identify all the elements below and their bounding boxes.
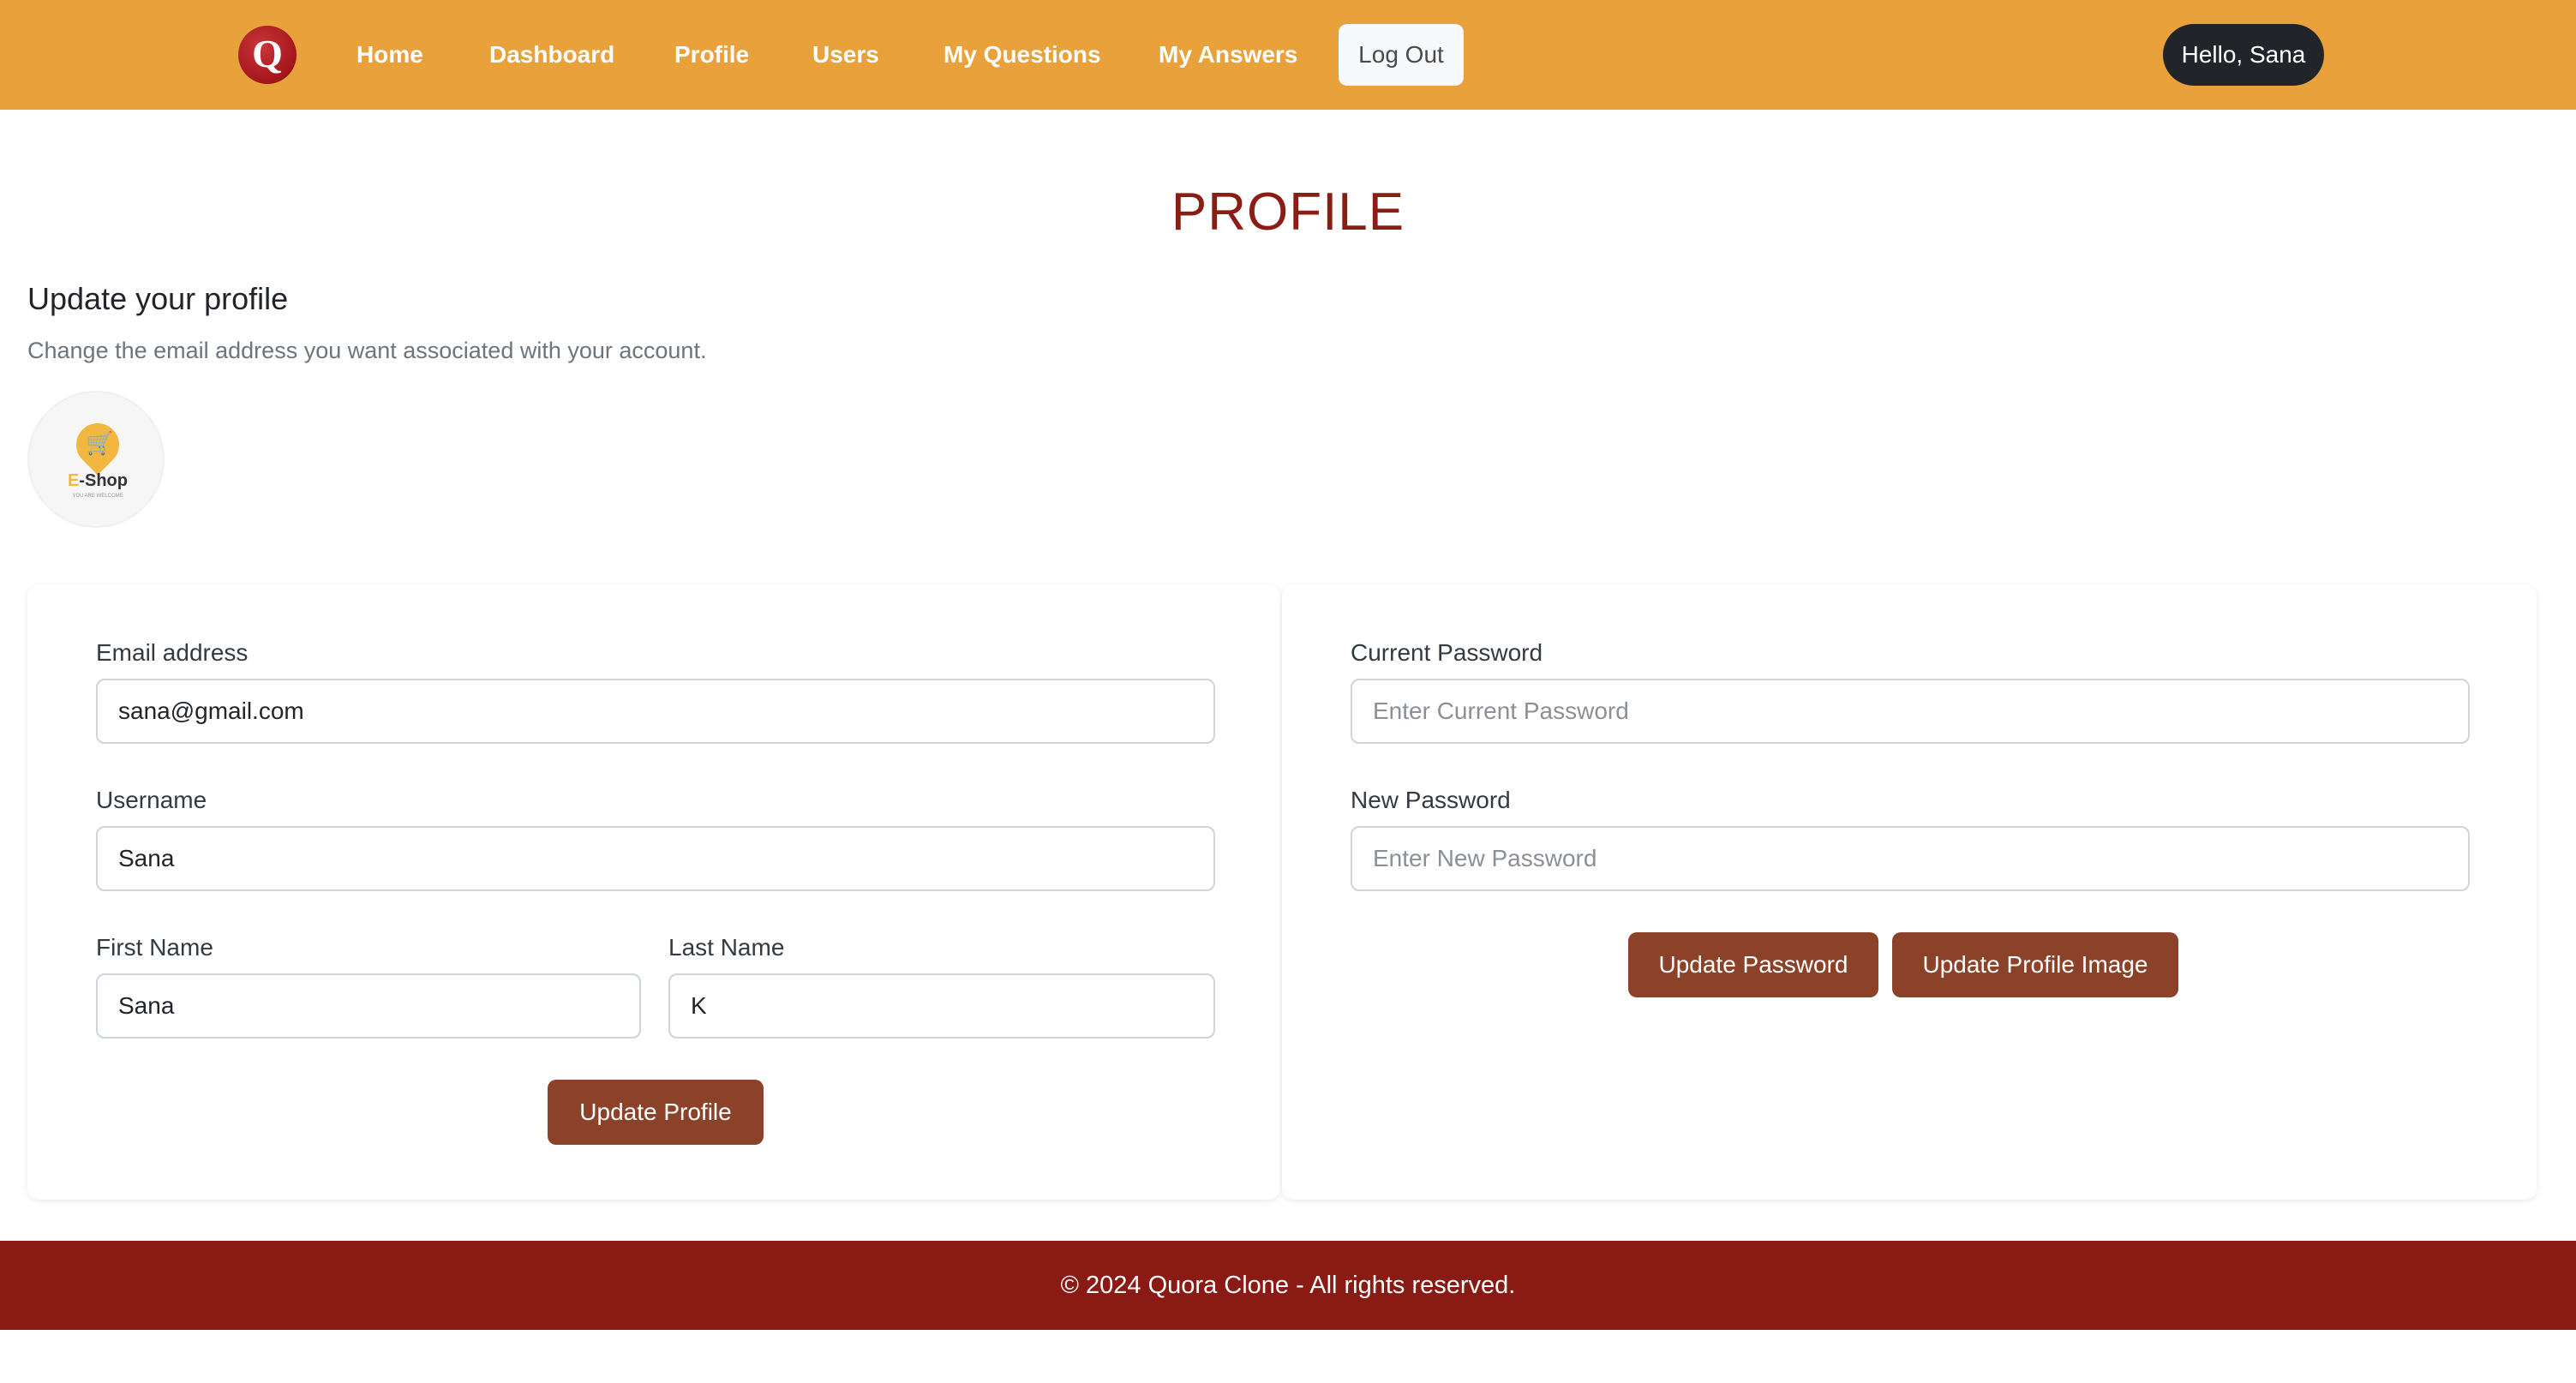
footer: © 2024 Quora Clone - All rights reserved… [0, 1241, 2576, 1330]
last-name-field[interactable] [668, 973, 1215, 1039]
nav-link-dashboard[interactable]: Dashboard [489, 0, 614, 110]
update-profile-image-button[interactable]: Update Profile Image [1892, 932, 2178, 997]
shopping-cart-icon: 🛒 [86, 430, 114, 456]
username-label: Username [96, 787, 207, 813]
last-name-label: Last Name [668, 934, 785, 961]
first-name-label: First Name [96, 934, 213, 961]
nav-link-users[interactable]: Users [812, 0, 879, 110]
update-profile-button[interactable]: Update Profile [548, 1080, 764, 1145]
nav-link-my-answers[interactable]: My Answers [1159, 0, 1297, 110]
user-greeting[interactable]: Hello, Sana [2163, 24, 2324, 86]
logo-letter: Q [252, 32, 283, 75]
first-name-field[interactable] [96, 973, 641, 1039]
new-password-field[interactable] [1351, 826, 2470, 891]
footer-copyright: © 2024 Quora Clone - All rights reserved… [1060, 1271, 1516, 1299]
nav-link-profile[interactable]: Profile [674, 0, 749, 110]
page-title: PROFILE [1171, 183, 1405, 242]
section-subheading: Change the email address you want associ… [27, 338, 707, 363]
nav-link-my-questions[interactable]: My Questions [944, 0, 1101, 110]
update-password-button[interactable]: Update Password [1628, 932, 1878, 997]
section-heading: Update your profile [27, 281, 289, 316]
current-password-field[interactable] [1351, 679, 2470, 744]
eshop-logo-text: E-Shop [68, 471, 128, 490]
nav-link-home[interactable]: Home [356, 0, 423, 110]
email-field[interactable] [96, 679, 1215, 744]
quora-logo[interactable]: Q [238, 26, 297, 84]
email-label: Email address [96, 639, 249, 666]
current-password-label: Current Password [1351, 639, 1543, 666]
password-form-card: Current Password New Password Update Pas… [1282, 584, 2537, 1200]
logout-button[interactable]: Log Out [1339, 24, 1464, 86]
profile-form-card: Email address Username First Name Last N… [27, 584, 1280, 1200]
navbar: Q Home Dashboard Profile Users My Questi… [0, 0, 2576, 110]
new-password-label: New Password [1351, 787, 1511, 813]
username-field[interactable] [96, 826, 1215, 891]
eshop-logo-tagline: YOU ARE WELCOME [72, 494, 123, 499]
profile-image: 🛒 E-Shop YOU ARE WELCOME [27, 391, 165, 528]
